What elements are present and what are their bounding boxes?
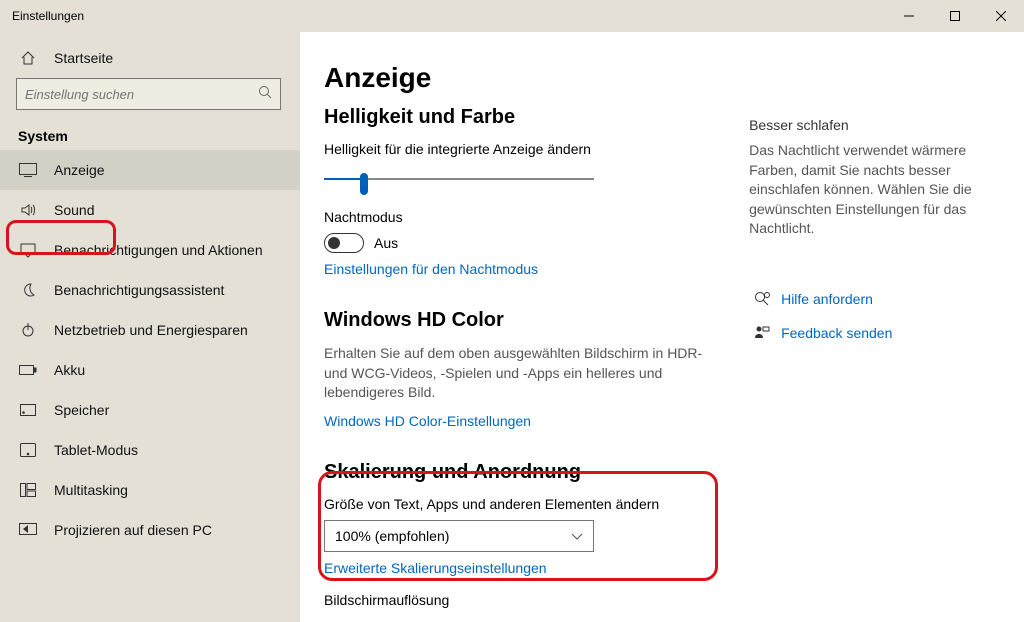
feedback-label: Feedback senden — [781, 325, 892, 341]
sidebar-item-label: Sound — [54, 202, 94, 218]
feedback-link[interactable]: Feedback senden — [749, 323, 994, 343]
close-button[interactable] — [978, 0, 1024, 32]
scaling-dropdown[interactable]: 100% (empfohlen) — [324, 520, 594, 552]
sidebar-category: System — [0, 118, 300, 150]
section-hdcolor-title: Windows HD Color — [324, 309, 729, 332]
aside-column: Besser schlafen Das Nachtlicht verwendet… — [749, 62, 994, 622]
help-label: Hilfe anfordern — [781, 291, 873, 307]
content: Anzeige Helligkeit und Farbe Helligkeit … — [300, 32, 1024, 622]
feedback-icon — [749, 323, 775, 343]
sidebar-item-label: Projizieren auf diesen PC — [54, 522, 212, 538]
tablet-icon — [18, 440, 38, 460]
hdcolor-desc: Erhalten Sie auf dem oben ausgewählten B… — [324, 344, 729, 403]
scaling-value: 100% (empfohlen) — [335, 528, 449, 544]
storage-icon — [18, 400, 38, 420]
resolution-label: Bildschirmauflösung — [324, 592, 729, 608]
sidebar-home-label: Startseite — [54, 50, 113, 66]
aside-cut-title: Besser schlafen — [749, 117, 994, 133]
sidebar-item-label: Akku — [54, 362, 85, 378]
notify-icon — [18, 240, 38, 260]
page-title: Anzeige — [324, 62, 729, 94]
sidebar: Startseite System Anzeige Sound Benachri… — [0, 32, 300, 622]
project-icon — [18, 520, 38, 540]
sidebar-item-akku[interactable]: Akku — [0, 350, 300, 390]
sidebar-item-label: Multitasking — [54, 482, 128, 498]
nightmode-toggle[interactable] — [324, 233, 364, 253]
sidebar-item-anzeige[interactable]: Anzeige — [0, 150, 300, 190]
maximize-button[interactable] — [932, 0, 978, 32]
aside-desc: Das Nachtlicht verwendet wärmere Farben,… — [749, 141, 994, 239]
power-icon — [18, 320, 38, 340]
brightness-slider[interactable] — [324, 165, 594, 193]
slider-fill — [324, 178, 364, 180]
help-icon — [749, 289, 775, 309]
hdcolor-link[interactable]: Windows HD Color-Einstellungen — [324, 413, 729, 429]
slider-thumb[interactable] — [360, 173, 368, 195]
sidebar-item-multitasking[interactable]: Multitasking — [0, 470, 300, 510]
nightmode-label: Nachtmodus — [324, 209, 729, 225]
sidebar-item-label: Benachrichtigungen und Aktionen — [54, 242, 263, 258]
chevron-down-icon — [571, 528, 583, 544]
search-icon — [258, 85, 272, 104]
sidebar-item-netzbetrieb[interactable]: Netzbetrieb und Energiesparen — [0, 310, 300, 350]
main-column: Anzeige Helligkeit und Farbe Helligkeit … — [324, 62, 729, 622]
window-title: Einstellungen — [12, 9, 84, 23]
toggle-knob — [328, 237, 340, 249]
search-input[interactable] — [16, 78, 281, 110]
minimize-button[interactable] — [886, 0, 932, 32]
multitask-icon — [18, 480, 38, 500]
section-scaling-title: Skalierung und Anordnung — [324, 461, 729, 484]
nightmode-settings-link[interactable]: Einstellungen für den Nachtmodus — [324, 261, 729, 277]
sidebar-item-speicher[interactable]: Speicher — [0, 390, 300, 430]
sidebar-item-tablet[interactable]: Tablet-Modus — [0, 430, 300, 470]
brightness-label: Helligkeit für die integrierte Anzeige ä… — [324, 141, 729, 157]
sound-icon — [18, 200, 38, 220]
sidebar-item-sound[interactable]: Sound — [0, 190, 300, 230]
sidebar-item-label: Anzeige — [54, 162, 105, 178]
sidebar-home[interactable]: Startseite — [0, 38, 300, 78]
sidebar-item-label: Tablet-Modus — [54, 442, 138, 458]
battery-icon — [18, 360, 38, 380]
sidebar-item-benachrichtigungen[interactable]: Benachrichtigungen und Aktionen — [0, 230, 300, 270]
scaling-label: Größe von Text, Apps und anderen Element… — [324, 496, 729, 512]
sidebar-item-label: Benachrichtigungsassistent — [54, 282, 224, 298]
titlebar: Einstellungen — [0, 0, 1024, 32]
moon-icon — [18, 280, 38, 300]
home-icon — [18, 48, 38, 68]
advanced-scaling-link[interactable]: Erweiterte Skalierungseinstellungen — [324, 560, 729, 576]
section-brightness-title: Helligkeit und Farbe — [324, 106, 729, 129]
help-link[interactable]: Hilfe anfordern — [749, 289, 994, 309]
sidebar-item-label: Speicher — [54, 402, 109, 418]
window-controls — [886, 0, 1024, 32]
sidebar-item-projizieren[interactable]: Projizieren auf diesen PC — [0, 510, 300, 550]
search-field[interactable] — [25, 87, 258, 102]
sidebar-item-label: Netzbetrieb und Energiesparen — [54, 322, 248, 338]
sidebar-item-benachrichtigungsassistent[interactable]: Benachrichtigungsassistent — [0, 270, 300, 310]
nightmode-state: Aus — [374, 235, 398, 251]
display-icon — [18, 160, 38, 180]
